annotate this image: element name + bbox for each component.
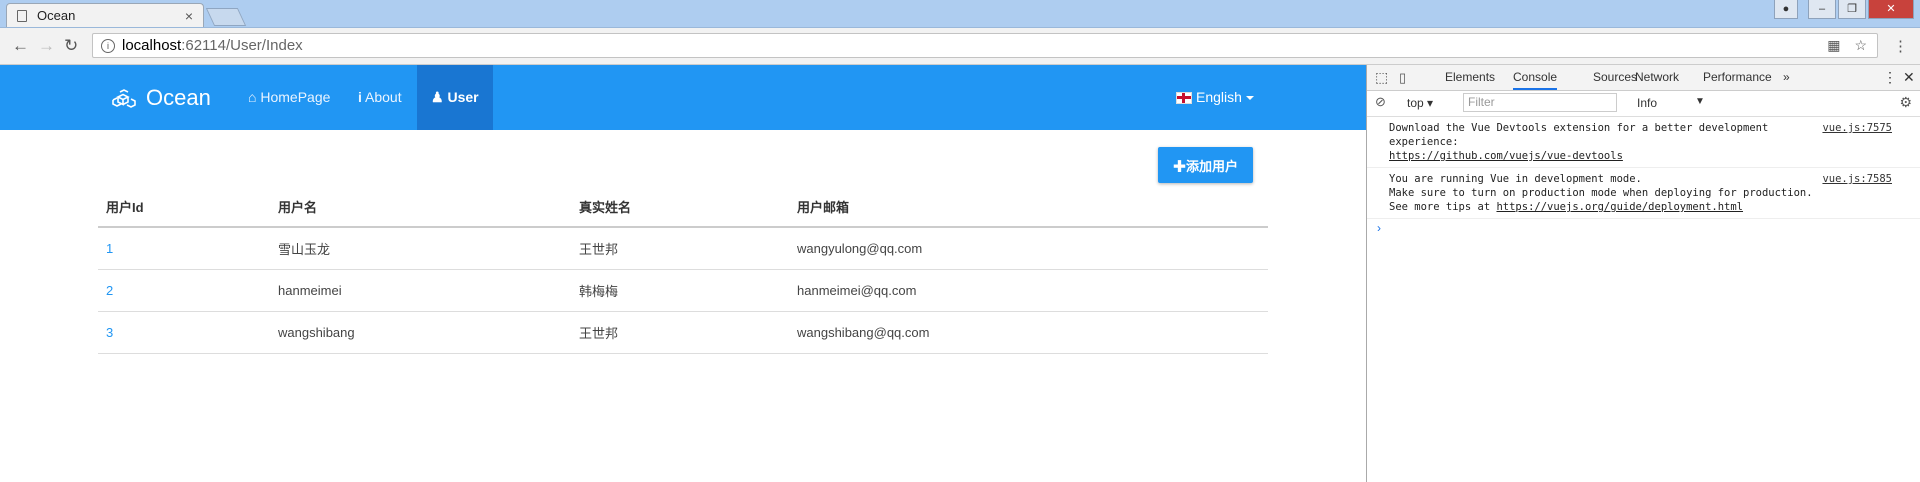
language-dropdown[interactable]: English	[1176, 65, 1254, 130]
brand-link[interactable]: Ocean	[112, 85, 211, 111]
tab-title: Ocean	[37, 8, 76, 23]
page-icon	[17, 9, 27, 22]
user-name-cell: hanmeimei	[270, 269, 571, 312]
profile-icon[interactable]: ●	[1774, 0, 1798, 19]
browser-menu-icon[interactable]: ⋮	[1893, 37, 1908, 55]
new-tab-button[interactable]	[205, 8, 247, 26]
context-select[interactable]: top ▾	[1407, 96, 1433, 110]
table-row: 3 wangshibang 王世邦 wangshibang@qq.com	[98, 311, 1268, 354]
context-label: top	[1407, 96, 1424, 110]
language-label: English	[1196, 89, 1242, 105]
log-level-caret-icon[interactable]: ▼	[1695, 96, 1705, 107]
table-row: 1 雪山玉龙 王世邦 wangyulong@qq.com	[98, 227, 1268, 270]
console-toolbar: ⊘ top ▾ Filter Info ▼ ⚙	[1367, 91, 1920, 117]
nav-about[interactable]: i About	[358, 65, 402, 130]
tab-close-icon[interactable]: ×	[185, 8, 193, 24]
user-id-link[interactable]: 2	[98, 269, 270, 312]
devtools-close-icon[interactable]: ✕	[1903, 65, 1915, 90]
clear-console-icon[interactable]: ⊘	[1375, 94, 1386, 110]
email-cell: wangshibang@qq.com	[789, 311, 1268, 354]
console-message-link[interactable]: https://vuejs.org/guide/deployment.html	[1496, 201, 1743, 213]
console-message: You are running Vue in development mode.…	[1367, 168, 1920, 219]
email-cell: wangyulong@qq.com	[789, 227, 1268, 270]
tab-elements[interactable]: Elements	[1445, 65, 1495, 90]
console-message-link[interactable]: https://github.com/vuejs/vue-devtools	[1389, 150, 1623, 162]
console-source-link[interactable]: vue.js:7585	[1822, 172, 1892, 186]
translate-icon[interactable]: ▦	[1827, 37, 1840, 54]
console-source-link[interactable]: vue.js:7575	[1822, 121, 1892, 135]
tab-performance[interactable]: Performance	[1703, 65, 1772, 90]
table-header-row: 用户Id 用户名 真实姓名 用户邮箱	[98, 187, 1268, 228]
devtools-tabbar: ⬚ ▯ Elements Console Sources Network Per…	[1367, 65, 1920, 91]
url-input[interactable]: i localhost :62114/User/Index ▦ ☆	[92, 33, 1878, 58]
col-header-realname: 真实姓名	[571, 187, 789, 228]
user-name-cell: 雪山玉龙	[270, 227, 571, 270]
minimize-button[interactable]: –	[1808, 0, 1836, 19]
top-navbar: Ocean ⌂ HomePage i About ♟ User English	[0, 65, 1366, 130]
info-icon: i	[358, 89, 362, 105]
console-message-text: Download the Vue Devtools extension for …	[1389, 122, 1769, 148]
window-controls: ● – ❐ ✕	[1774, 0, 1914, 19]
caret-down-icon	[1245, 95, 1254, 100]
col-header-email: 用户邮箱	[789, 187, 1268, 228]
bookmark-star-icon[interactable]: ☆	[1854, 37, 1867, 54]
more-tabs-icon[interactable]: »	[1783, 65, 1790, 90]
cubes-icon	[112, 89, 136, 108]
nav-homepage-label: HomePage	[260, 89, 331, 105]
maximize-button[interactable]: ❐	[1838, 0, 1866, 19]
device-toolbar-icon[interactable]: ▯	[1399, 65, 1406, 90]
add-user-button[interactable]: ✚添加用户	[1158, 147, 1253, 183]
devtools-panel: ⬚ ▯ Elements Console Sources Network Per…	[1366, 65, 1920, 482]
user-id-link[interactable]: 3	[98, 311, 270, 354]
user-icon: ♟	[431, 89, 444, 105]
real-name-cell: 王世邦	[571, 227, 789, 270]
url-host: localhost	[122, 37, 182, 54]
inspect-element-icon[interactable]: ⬚	[1375, 65, 1388, 90]
users-table: 用户Id 用户名 真实姓名 用户邮箱 1 雪山玉龙 王世邦 wangyulong…	[98, 187, 1268, 354]
home-icon: ⌂	[248, 89, 257, 105]
tab-sources[interactable]: Sources	[1593, 65, 1637, 90]
site-info-icon[interactable]: i	[101, 38, 115, 53]
nav-user-label: User	[447, 89, 479, 105]
uk-flag-icon	[1176, 91, 1192, 104]
tab-console[interactable]: Console	[1513, 65, 1558, 90]
col-header-username: 用户名	[270, 187, 571, 228]
nav-homepage[interactable]: ⌂ HomePage	[248, 65, 330, 130]
user-name-cell: wangshibang	[270, 311, 571, 354]
log-level-select[interactable]: Info	[1637, 96, 1657, 110]
email-cell: hanmeimei@qq.com	[789, 269, 1268, 312]
log-level-label: Info	[1637, 96, 1658, 110]
browser-titlebar: Ocean × ● – ❐ ✕	[0, 0, 1920, 28]
forward-icon[interactable]: →	[38, 36, 55, 56]
console-message: Download the Vue Devtools extension for …	[1367, 117, 1920, 168]
real-name-cell: 王世邦	[571, 311, 789, 354]
console-settings-icon[interactable]: ⚙	[1899, 94, 1912, 111]
tab-network[interactable]: Network	[1635, 65, 1679, 90]
web-page: Ocean ⌂ HomePage i About ♟ User English …	[0, 65, 1366, 482]
close-window-button[interactable]: ✕	[1868, 0, 1914, 19]
back-icon[interactable]: ←	[12, 36, 29, 56]
console-filter-input[interactable]: Filter	[1463, 93, 1617, 112]
nav-user[interactable]: ♟ User	[417, 65, 493, 130]
console-prompt[interactable]: ›	[1367, 219, 1920, 237]
real-name-cell: 韩梅梅	[571, 269, 789, 312]
browser-tab[interactable]: Ocean ×	[6, 3, 204, 27]
user-id-link[interactable]: 1	[98, 227, 270, 270]
nav-about-label: About	[365, 89, 402, 105]
reload-icon[interactable]: ↻	[64, 36, 78, 56]
col-header-id: 用户Id	[98, 187, 270, 228]
url-path: :62114/User/Index	[181, 37, 303, 54]
brand-name: Ocean	[146, 85, 211, 110]
table-row: 2 hanmeimei 韩梅梅 hanmeimei@qq.com	[98, 269, 1268, 312]
address-bar-row: ← → ↻ i localhost :62114/User/Index ▦ ☆ …	[0, 28, 1920, 65]
devtools-menu-icon[interactable]: ⋮	[1883, 65, 1897, 90]
